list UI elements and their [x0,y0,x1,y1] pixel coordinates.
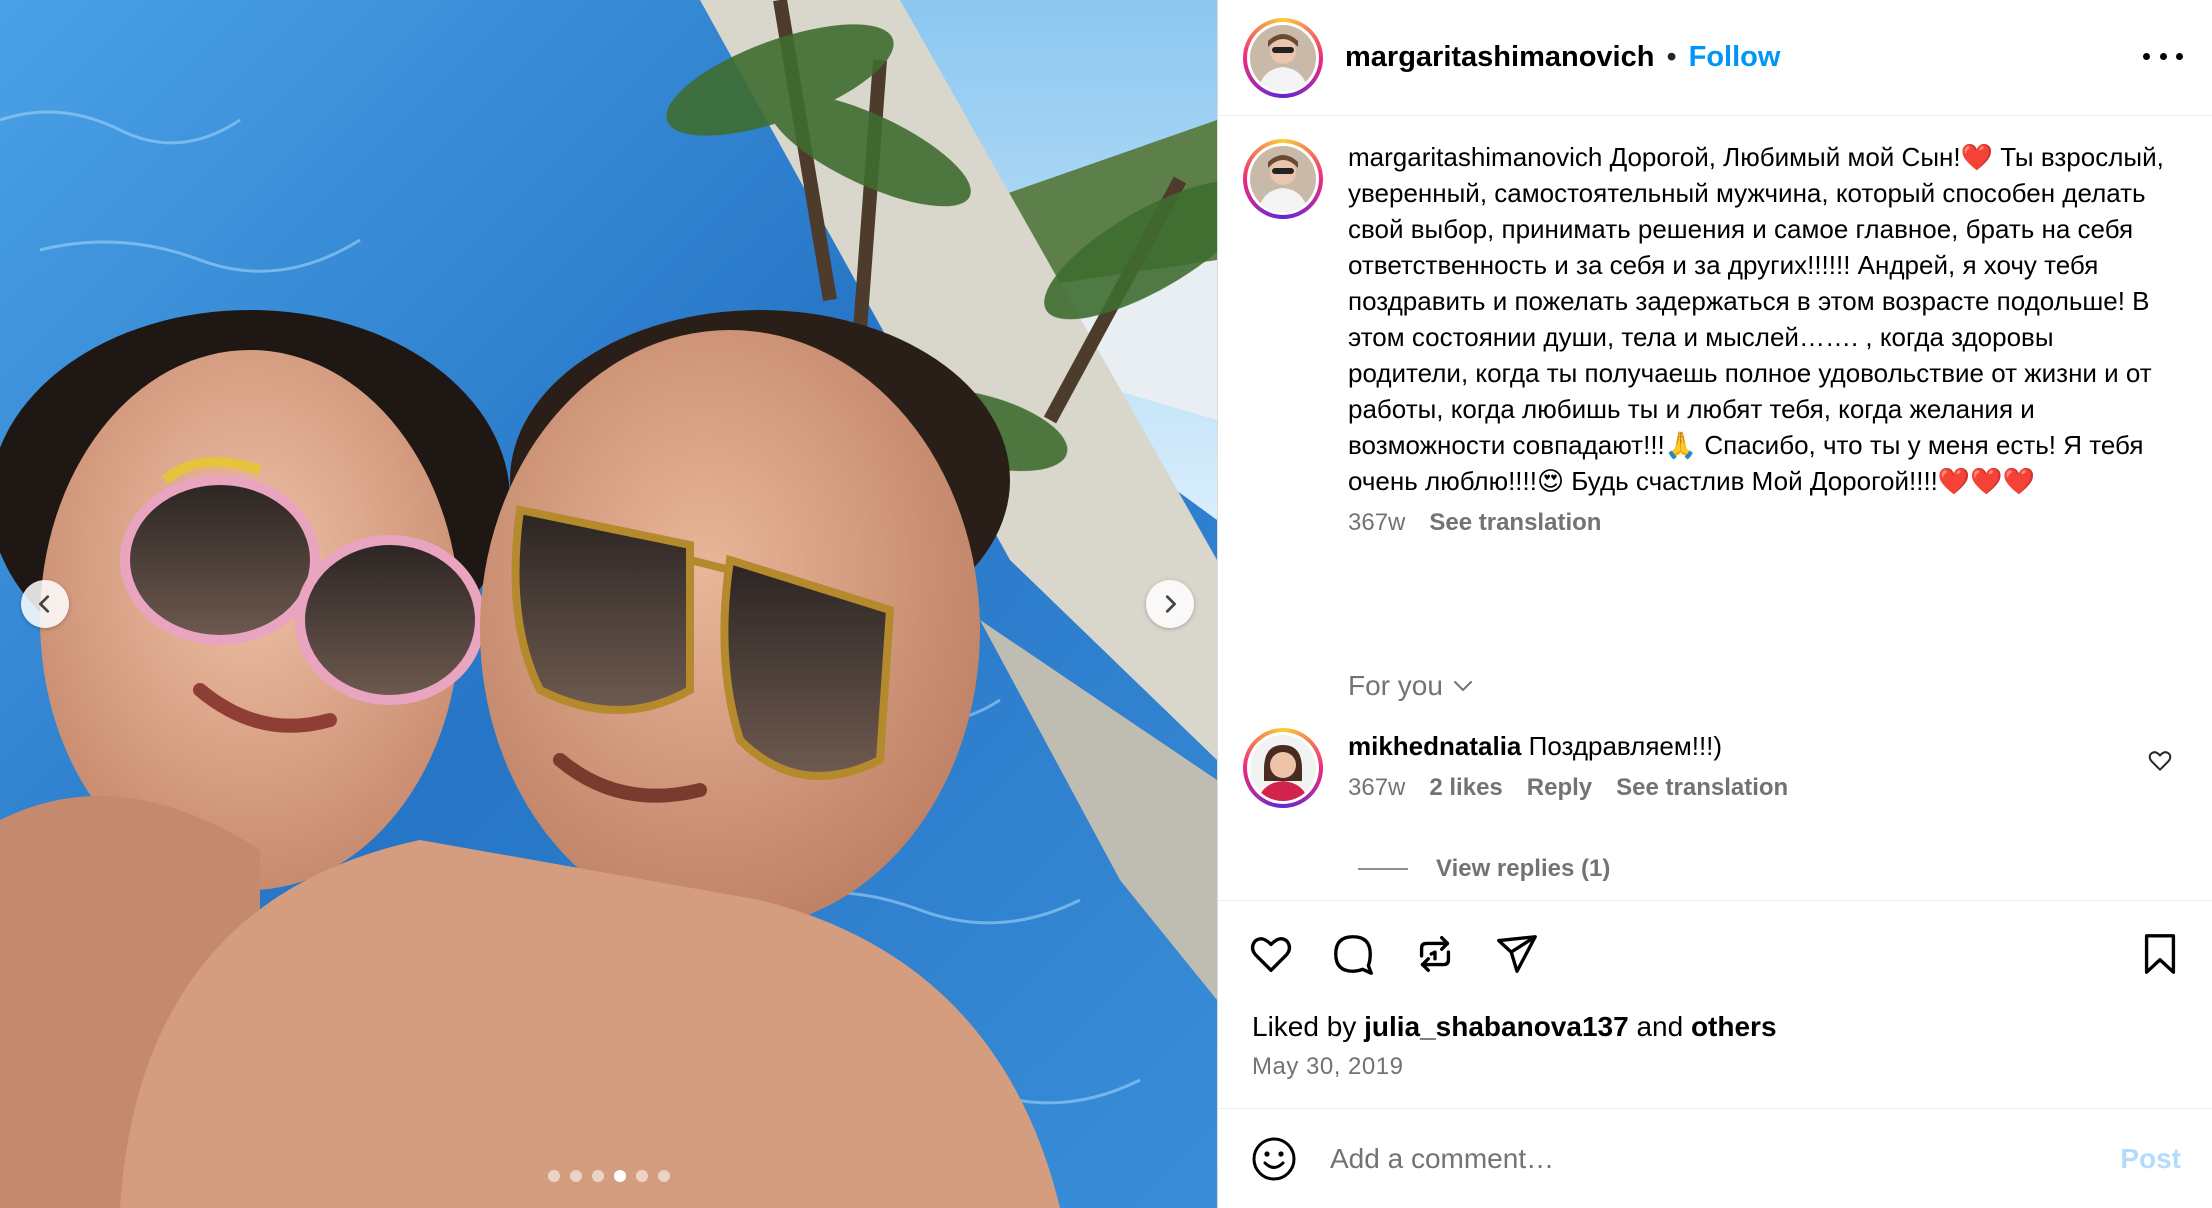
comment-bubble-icon[interactable] [1330,931,1376,977]
avatar-image [1250,24,1316,91]
caption-author-avatar[interactable] [1243,139,1323,219]
for-you-dropdown[interactable]: For you [1348,670,1475,702]
previous-photo-button[interactable] [21,580,69,628]
post-actions-section: Liked by julia_shabanova137 and others M… [1218,900,2212,1110]
replies-divider [1358,868,1408,870]
caption-body: Дорогой, Любимый мой Сын!❤️ Ты взрослый,… [1348,142,2172,496]
liked-by-others[interactable]: others [1691,1011,1777,1042]
post-comment-button[interactable]: Post [2120,1143,2181,1175]
carousel-dot [657,1170,670,1182]
post-details-panel: margaritashimanovich • Follow margaritas… [1217,0,2212,1208]
emoji-icon[interactable] [1250,1135,1298,1183]
liked-by-and: and [1636,1011,1684,1042]
chevron-down-icon [1453,681,1472,692]
repost-icon[interactable] [1412,931,1458,977]
view-replies-link[interactable]: View replies (1) [1358,855,1610,883]
add-comment-bar: Post [1218,1108,2212,1208]
carousel-dot [547,1170,560,1182]
follow-button[interactable]: Follow [1689,41,1781,74]
comment-input[interactable] [1330,1142,2090,1175]
share-paper-plane-icon[interactable] [1494,931,1540,977]
save-bookmark-icon[interactable] [2137,931,2183,977]
avatar-image [1250,146,1316,212]
liked-by-prefix: Liked by [1252,1011,1357,1042]
view-replies-label: View replies (1) [1436,855,1611,882]
liked-by-summary: Liked by julia_shabanova137 and others [1252,1011,1777,1043]
comment-likes[interactable]: 2 likes [1429,774,1502,802]
post-date[interactable]: May 30, 2019 [1252,1053,1403,1081]
carousel-dot [591,1170,604,1182]
post-photo [0,0,1217,1208]
caption-age: 367w [1348,509,1406,536]
carousel-dot [569,1170,582,1182]
separator-dot: • [1666,41,1677,73]
action-bar [1248,931,1540,977]
like-heart-icon[interactable] [1248,931,1294,977]
comment-meta: 367w 2 likes Reply See translation [1348,774,2128,802]
comment-username[interactable]: mikhednatalia [1348,731,1521,761]
caption-meta: 367w See translation [1348,509,2178,537]
post-header: margaritashimanovich • Follow [1218,0,2212,116]
next-photo-button[interactable] [1146,580,1194,628]
more-options-icon[interactable] [2143,44,2183,68]
comment-age: 367w [1348,774,1406,801]
post-caption: margaritashimanovich Дорогой, Любимый мо… [1243,139,2183,537]
caption-text: margaritashimanovich Дорогой, Любимый мо… [1348,139,2178,499]
comment-item: mikhednatalia Поздравляем!!!) 367w 2 lik… [1243,728,2183,808]
liked-by-user[interactable]: julia_shabanova137 [1364,1011,1629,1042]
commenter-avatar[interactable] [1243,728,1323,808]
see-translation-link[interactable]: See translation [1429,509,1601,537]
for-you-label: For you [1348,670,1443,701]
author-avatar[interactable] [1243,17,1323,98]
chevron-left-icon [39,595,50,613]
comment-see-translation-link[interactable]: See translation [1616,774,1788,802]
carousel-dot [613,1170,626,1182]
avatar-image [1250,735,1316,801]
reply-button[interactable]: Reply [1527,774,1592,802]
carousel-indicator [0,1170,1217,1182]
carousel-dot [635,1170,648,1182]
post-media[interactable] [0,0,1217,1208]
comment-text: mikhednatalia Поздравляем!!!) [1348,728,2128,764]
author-username[interactable]: margaritashimanovich [1345,41,1654,74]
comment-like-heart-icon[interactable] [2147,748,2173,774]
caption-username[interactable]: margaritashimanovich [1348,142,1602,172]
chevron-right-icon [1165,595,1176,613]
comment-body: Поздравляем!!!) [1528,731,1723,761]
